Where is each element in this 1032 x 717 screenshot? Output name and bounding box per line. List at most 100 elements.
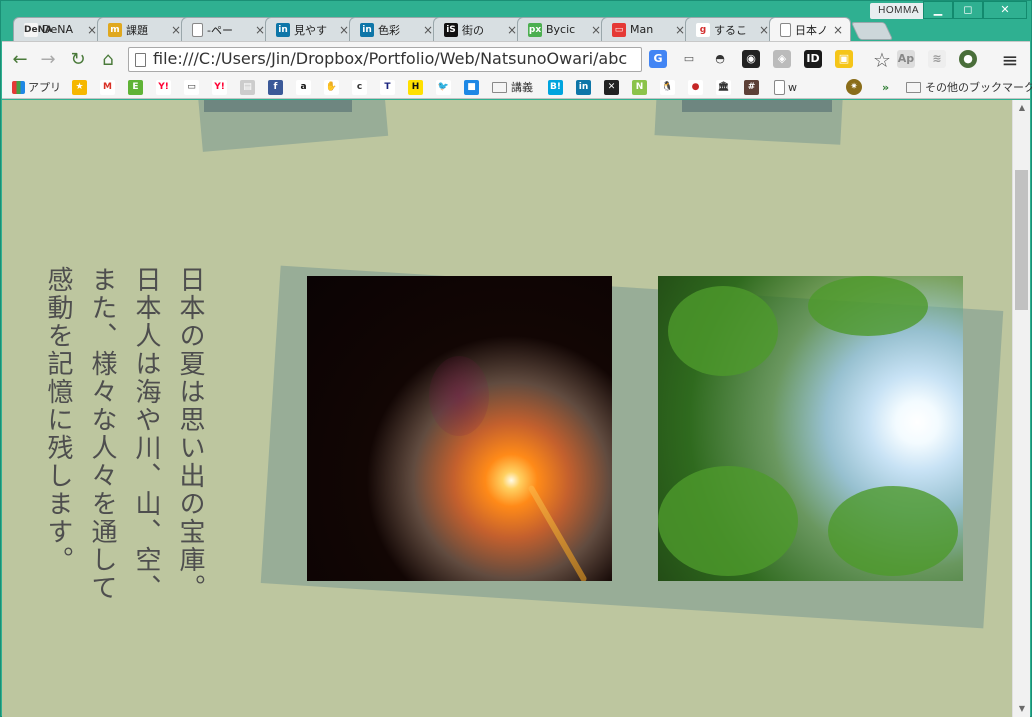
- bookmark-bird[interactable]: 🐧: [660, 79, 678, 95]
- gear-bookmark-icon[interactable]: ✷: [846, 79, 862, 95]
- tab-4[interactable]: in 色彩 ×: [349, 17, 441, 41]
- reload-button[interactable]: ↻: [68, 50, 88, 70]
- bookmark-hand[interactable]: ✋: [324, 79, 342, 95]
- tab-8[interactable]: g するこ ×: [685, 17, 777, 41]
- tab-label: Man: [630, 23, 654, 36]
- tab-5[interactable]: iS 街の ×: [433, 17, 525, 41]
- sparkler-photo: [307, 276, 612, 581]
- tab-1[interactable]: m 課題 ×: [97, 17, 189, 41]
- id-extension-icon[interactable]: ID: [804, 50, 822, 68]
- tab-label: 色彩: [378, 23, 400, 37]
- bookmark-blue-square[interactable]: ■: [464, 79, 482, 95]
- folder-lecture-label: 講義: [511, 81, 533, 94]
- shield-extension-icon[interactable]: ◈: [773, 50, 791, 68]
- vertical-body-text: 日本の夏は思い出の宝庫。日本人は海や川、山、空、また、様々な人々を通して感動を記…: [43, 266, 205, 602]
- bookmark-evernote[interactable]: E: [128, 79, 146, 95]
- folder-extension-icon[interactable]: ▣: [835, 50, 853, 68]
- tab-3[interactable]: in 見やす ×: [265, 17, 357, 41]
- other-bookmarks-folder[interactable]: その他のブックマーク: [906, 79, 1032, 95]
- bookmark-pot-icon: ●: [688, 79, 703, 95]
- wave-extension-icon[interactable]: ≋: [928, 50, 946, 68]
- avatar-extension-icon[interactable]: ●: [959, 50, 977, 68]
- translate-extension-icon[interactable]: G: [649, 50, 667, 68]
- bookmark-facebook-icon: f: [268, 79, 283, 95]
- tab-9[interactable]: 日本ノ ×: [769, 17, 851, 41]
- tab-favicon-icon: in: [360, 22, 374, 37]
- bookmark-folder-lecture[interactable]: 講義: [492, 79, 533, 95]
- foliage: [828, 486, 958, 576]
- bookmark-twitter[interactable]: 🐦: [436, 79, 454, 95]
- close-window-button[interactable]: ✕: [983, 1, 1027, 19]
- tab-label: 見やす: [294, 23, 327, 37]
- bookmark-tv[interactable]: ▭: [184, 79, 202, 95]
- apps-grid-icon: [12, 80, 25, 94]
- bookmark-pot[interactable]: ●: [688, 79, 706, 95]
- bookmark-stack[interactable]: ▤: [240, 79, 258, 95]
- scroll-thumb[interactable]: [1015, 170, 1028, 310]
- bookmark-c[interactable]: c: [352, 79, 370, 95]
- home-button[interactable]: ⌂: [98, 50, 118, 70]
- cast-extension-icon[interactable]: ▭: [680, 50, 698, 68]
- minimize-button[interactable]: ▁: [923, 1, 953, 19]
- navigation-toolbar: ← → ↻ ⌂ file:///C:/Users/Jin/Dropbox/Por…: [2, 41, 1030, 75]
- ap-extension-icon[interactable]: Ap: [897, 50, 915, 68]
- incognito-extension-icon[interactable]: ◓: [711, 50, 729, 68]
- tab-2[interactable]: -ペー ×: [181, 17, 273, 41]
- bookmark-tv-icon: ▭: [184, 79, 199, 95]
- sparkler-glow: [429, 356, 489, 436]
- bookmark-amazon[interactable]: a: [296, 79, 314, 95]
- bookmark-hatena[interactable]: B!: [548, 79, 566, 95]
- bookmark-xd[interactable]: ✕: [604, 79, 622, 95]
- new-tab-button[interactable]: [850, 22, 894, 40]
- scroll-down-arrow[interactable]: ▼: [1013, 701, 1031, 717]
- bookmark-n[interactable]: N: [632, 79, 650, 95]
- bookmark-linkedin[interactable]: in: [576, 79, 594, 95]
- bookmark-t-icon: T: [380, 79, 395, 95]
- bookmark-star-icon: ★: [72, 79, 87, 95]
- folder-icon: [492, 81, 507, 93]
- tab-favicon-icon: [780, 22, 791, 37]
- sparkler-stick: [527, 484, 588, 581]
- address-bar[interactable]: file:///C:/Users/Jin/Dropbox/Portfolio/W…: [128, 47, 642, 72]
- foliage: [668, 286, 778, 376]
- more-bookmarks-button[interactable]: »: [882, 79, 889, 95]
- bookmark-c-icon: c: [352, 79, 367, 95]
- top-title-block-right: [682, 100, 832, 112]
- tab-label: 日本ノ: [795, 23, 828, 37]
- bookmark-yahoo[interactable]: Y!: [156, 79, 174, 95]
- bookmark-doc-label: w: [788, 80, 797, 94]
- bookmark-t[interactable]: T: [380, 79, 398, 95]
- tab-label: -ペー: [207, 23, 233, 37]
- bookmark-yahoo-icon: Y!: [156, 79, 171, 95]
- scroll-up-arrow[interactable]: ▲: [1013, 100, 1031, 116]
- apps-label: アプリ: [28, 81, 61, 94]
- bookmark-gmail[interactable]: M: [100, 79, 118, 95]
- color-picker-extension-icon[interactable]: ◉: [742, 50, 760, 68]
- bookmark-yahoo-2[interactable]: Y!: [212, 79, 230, 95]
- bookmark-hash[interactable]: #: [744, 79, 762, 95]
- bookmark-facebook[interactable]: f: [268, 79, 286, 95]
- menu-icon[interactable]: ≡: [1000, 50, 1020, 70]
- apps-button[interactable]: アプリ: [12, 79, 61, 95]
- bookmark-h[interactable]: H: [408, 79, 426, 95]
- url-text[interactable]: file:///C:/Users/Jin/Dropbox/Portfolio/W…: [153, 49, 637, 71]
- bookmark-star-icon[interactable]: ☆: [872, 50, 892, 70]
- foliage: [808, 276, 928, 336]
- forward-button[interactable]: →: [38, 50, 58, 70]
- tab-6[interactable]: px Bycic ×: [517, 17, 609, 41]
- window-controls: ▁ ◻ ✕: [923, 1, 1027, 19]
- doc-icon: [774, 79, 785, 95]
- tab-7[interactable]: ▭ Man ×: [601, 17, 693, 41]
- tab-0[interactable]: DeNA DeNA ×: [13, 17, 105, 41]
- bookmark-star[interactable]: ★: [72, 79, 90, 95]
- maximize-button[interactable]: ◻: [953, 1, 983, 19]
- bookmark-doc[interactable]: w: [774, 79, 797, 95]
- tab-favicon-icon: px: [528, 22, 542, 37]
- bookmark-blue-square-icon: ■: [464, 79, 479, 95]
- tab-favicon-icon: iS: [444, 22, 458, 37]
- bookmark-museum[interactable]: 🏛: [716, 79, 734, 95]
- back-button[interactable]: ←: [10, 50, 30, 70]
- vertical-scrollbar[interactable]: ▲ ▼: [1012, 100, 1030, 717]
- bookmark-xd-icon: ✕: [604, 79, 619, 95]
- tab-close-icon[interactable]: ×: [832, 23, 844, 37]
